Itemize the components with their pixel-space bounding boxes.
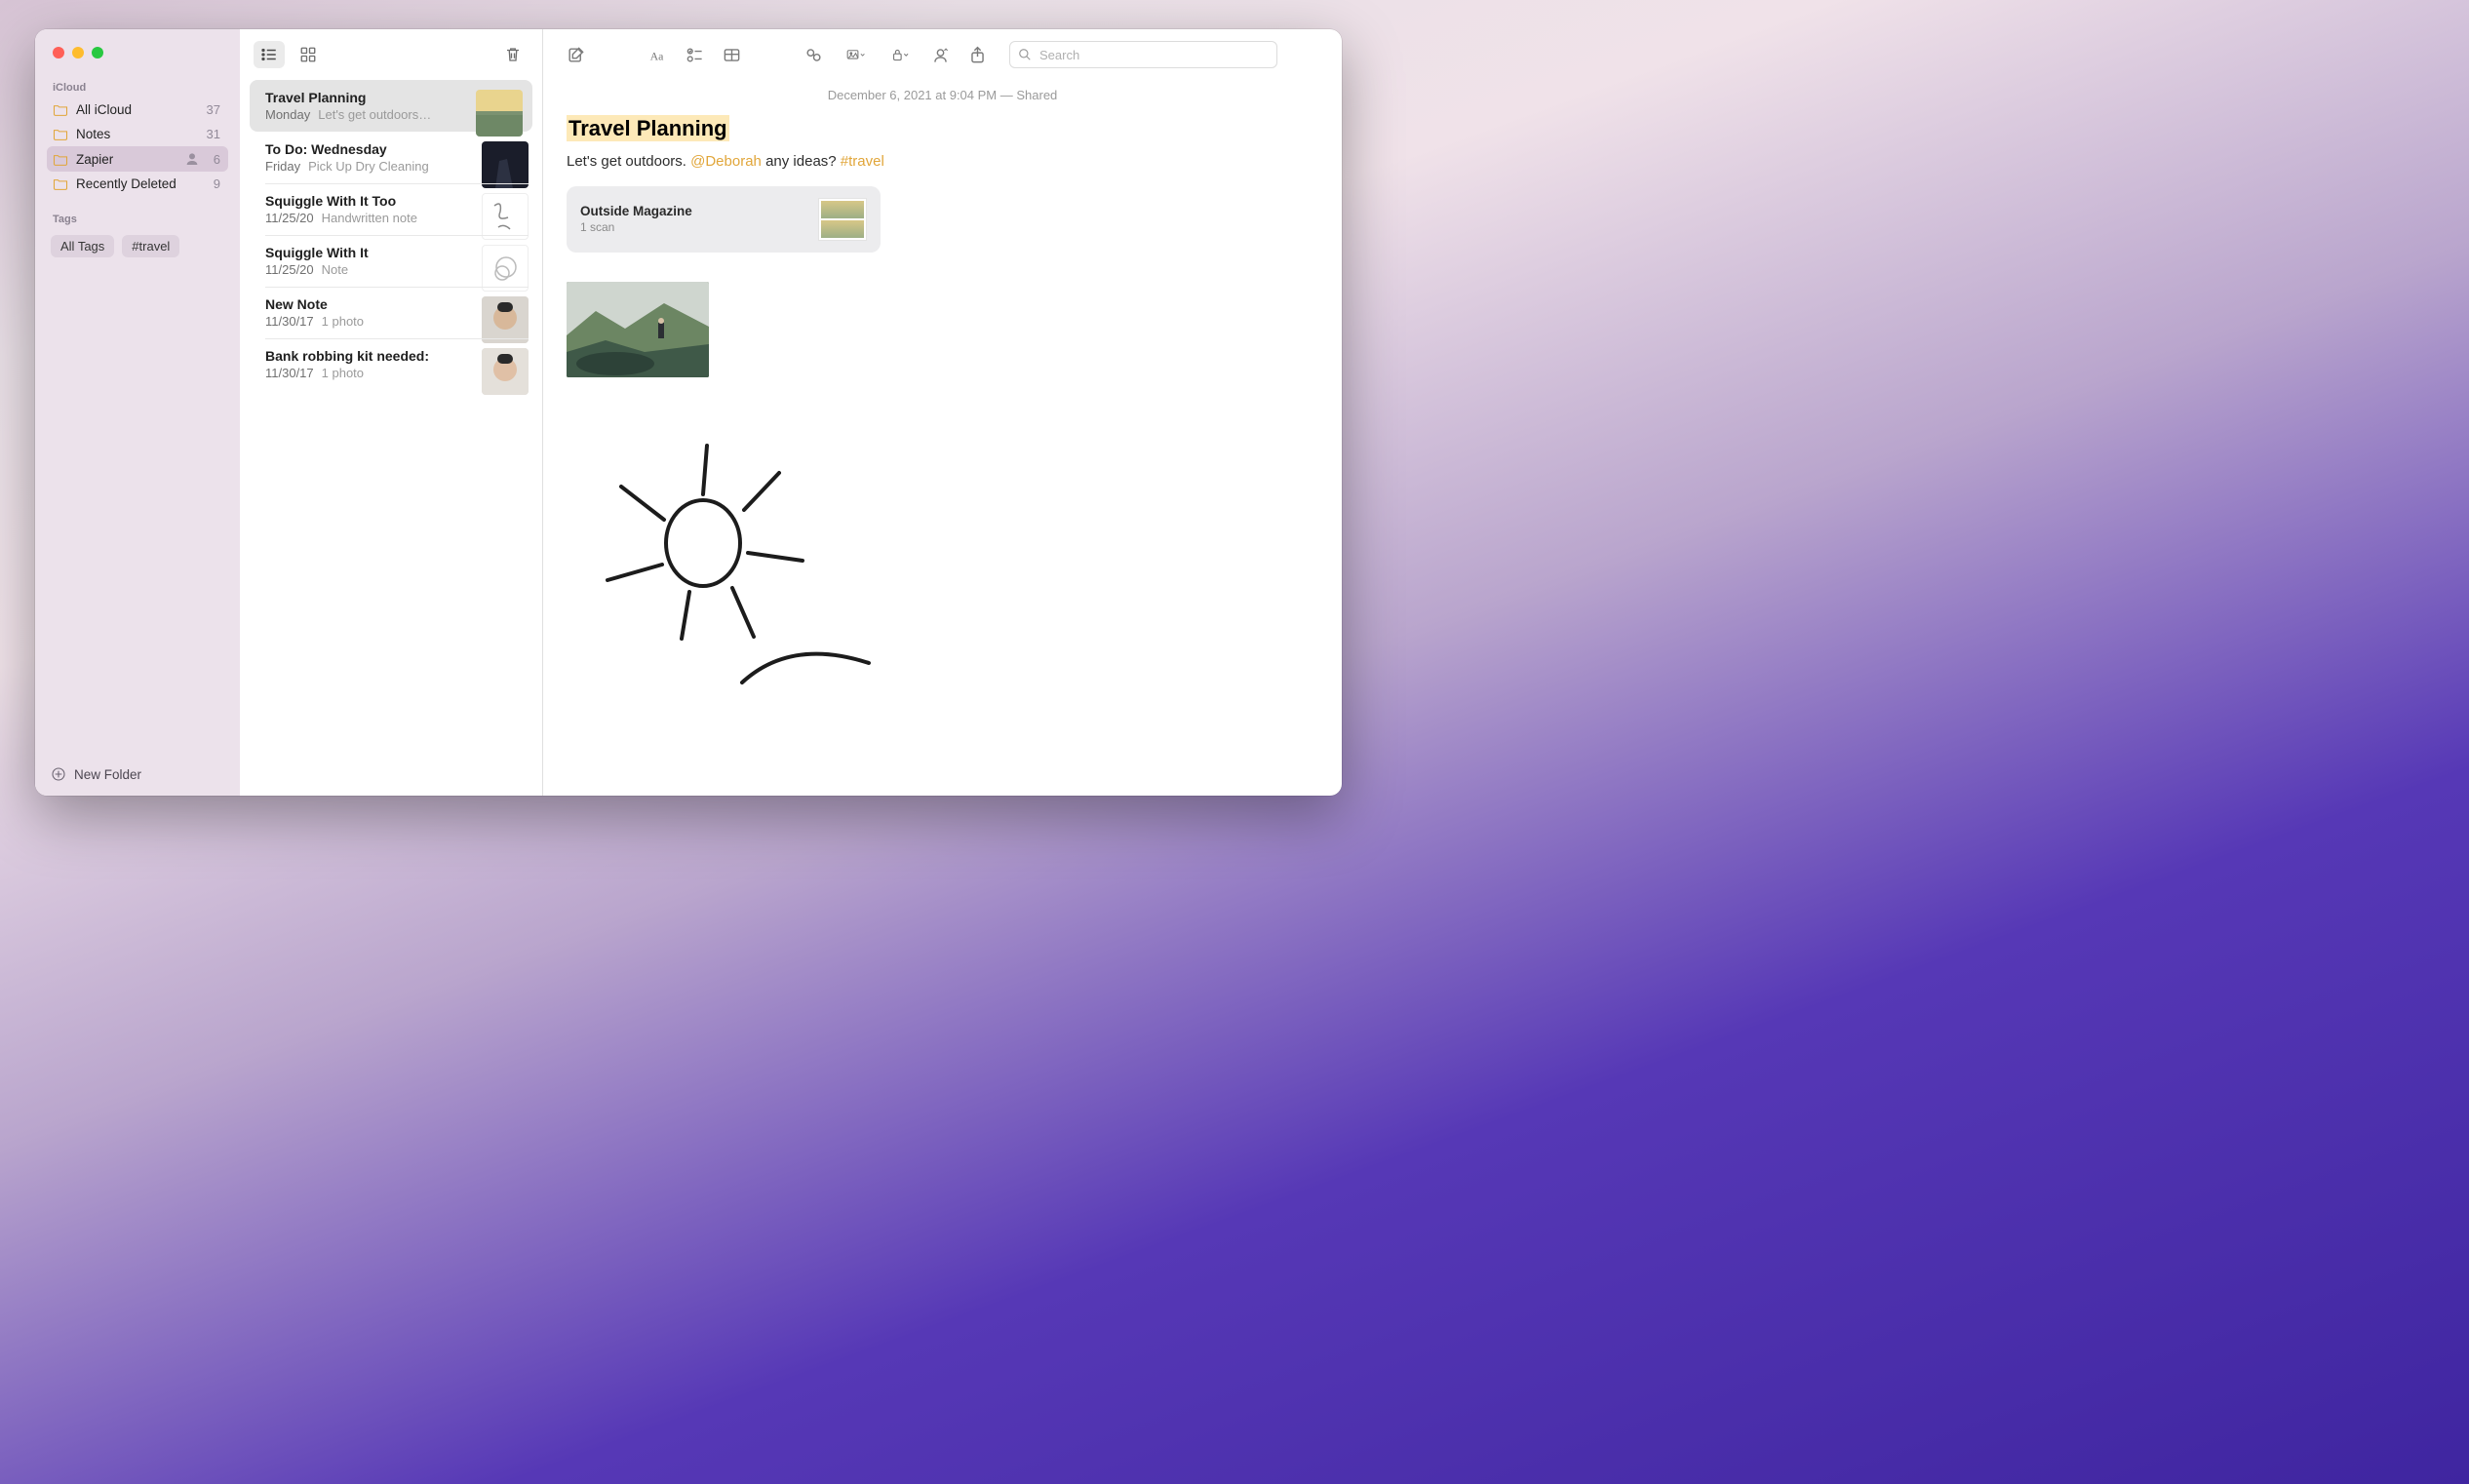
note-date: 11/25/20 [265,211,314,225]
svg-text:Aa: Aa [649,49,664,62]
note-item-squiggle[interactable]: Squiggle With It 11/25/20 Note [240,235,542,287]
note-thumbnail [476,90,523,137]
sidebar-section-tags: Tags [35,208,240,229]
note-text: Let's get outdoors. @Deborah any ideas? … [567,151,1318,173]
search-input[interactable] [1038,47,1269,63]
new-folder-label: New Folder [74,767,141,782]
tags-row: All Tags #travel [35,229,240,263]
folder-all-icloud[interactable]: All iCloud 37 [47,98,228,122]
note-date: 11/30/17 [265,366,314,380]
folder-label: Notes [76,127,110,141]
note-item-bank-robbing[interactable]: Bank robbing kit needed: 11/30/17 1 phot… [240,338,542,390]
attachment-card[interactable]: Outside Magazine 1 scan [567,186,881,253]
note-date: 11/30/17 [265,314,314,329]
tag-travel[interactable]: #travel [122,235,179,257]
plus-circle-icon [51,766,66,782]
delete-note-button[interactable] [497,41,529,68]
hashtag-travel[interactable]: #travel [841,153,884,170]
maximize-window-button[interactable] [92,47,103,59]
table-button[interactable] [715,40,748,69]
note-item-new-note[interactable]: New Note 11/30/17 1 photo [240,287,542,338]
folder-label: All iCloud [76,102,132,117]
new-folder-button[interactable]: New Folder [35,757,240,796]
note-meta: December 6, 2021 at 9:04 PM — Shared [567,80,1318,116]
folder-count: 37 [207,102,220,117]
note-thumbnail [482,141,529,188]
note-thumbnail [482,296,529,343]
attachment-thumbnail [818,198,867,241]
note-item-travel-planning[interactable]: Travel Planning Monday Let's get outdoor… [250,80,532,132]
close-window-button[interactable] [53,47,64,59]
folder-label: Zapier [76,152,113,167]
note-body[interactable]: December 6, 2021 at 9:04 PM — Shared Tra… [543,80,1342,796]
sketch-fragment [732,645,1318,689]
new-note-button[interactable] [559,40,592,69]
link-button[interactable] [797,40,830,69]
collaborate-button[interactable] [923,40,957,69]
detail-toolbar: Aa [543,29,1342,80]
folder-icon [53,103,68,116]
text-format-button[interactable]: Aa [641,40,674,69]
minimize-window-button[interactable] [72,47,84,59]
gallery-view-button[interactable] [293,41,324,68]
note-date: Monday [265,107,310,122]
folder-label: Recently Deleted [76,176,176,191]
note-detail-column: Aa [543,29,1342,796]
note-date: Friday [265,159,300,174]
note-thumbnail [482,245,529,292]
note-detail-title: Travel Planning [567,115,729,141]
mention-deborah[interactable]: @Deborah [690,153,762,170]
list-toolbar [240,29,542,80]
folder-count: 31 [207,127,220,141]
note-item-squiggle-too[interactable]: Squiggle With It Too 11/25/20 Handwritte… [240,183,542,235]
folder-zapier[interactable]: Zapier 6 [47,146,228,172]
sidebar-section-icloud: iCloud [35,76,240,98]
folder-count: 9 [214,176,220,191]
folder-icon [53,153,68,166]
attachment-sub: 1 scan [580,220,692,234]
sketch-sun [576,436,1318,655]
list-view-button[interactable] [254,41,285,68]
tag-all-tags[interactable]: All Tags [51,235,114,257]
share-button[interactable] [960,40,994,69]
checklist-button[interactable] [678,40,711,69]
shared-icon [184,151,200,167]
note-thumbnail [482,348,529,395]
note-text-mid: any ideas? [762,153,841,170]
folder-icon [53,128,68,140]
folder-recently-deleted[interactable]: Recently Deleted 9 [47,172,228,196]
search-field[interactable] [1009,41,1277,68]
sidebar: iCloud All iCloud 37 Notes 31 Zapier 6 [35,29,240,796]
notes-window: iCloud All iCloud 37 Notes 31 Zapier 6 [35,29,1342,796]
window-controls [35,41,240,76]
lock-button[interactable] [881,40,920,69]
media-button[interactable] [834,40,877,69]
attachment-title: Outside Magazine [580,204,692,218]
note-thumbnail [482,193,529,240]
note-photo[interactable] [567,282,709,377]
folder-icon [53,177,68,190]
notes-list-column: Travel Planning Monday Let's get outdoor… [240,29,543,796]
folder-notes[interactable]: Notes 31 [47,122,228,146]
folder-count: 6 [214,152,220,167]
note-date: 11/25/20 [265,262,314,277]
note-text-pre: Let's get outdoors. [567,153,690,170]
search-icon [1018,48,1032,61]
note-item-todo-wednesday[interactable]: To Do: Wednesday Friday Pick Up Dry Clea… [240,132,542,183]
